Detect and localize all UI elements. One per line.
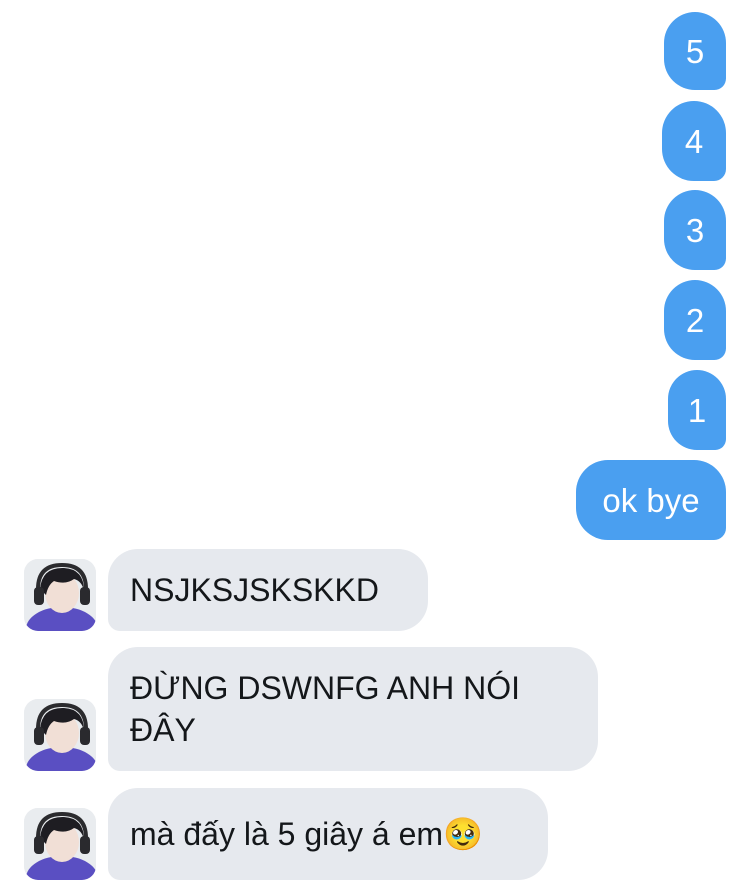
outgoing-message[interactable]: 1 (668, 370, 726, 450)
chat-thread: 5 4 3 2 1 ok bye NSJKSJSKSKKD ĐỪNG DSWNF… (0, 0, 750, 893)
message-text: ok bye (602, 481, 700, 519)
avatar[interactable] (24, 559, 96, 631)
message-text: 5 (685, 32, 705, 70)
message-text: mà đấy là 5 giây á em🥹 (130, 816, 483, 852)
avatar-icon (24, 559, 96, 631)
outgoing-message[interactable]: ok bye (576, 460, 726, 540)
avatar[interactable] (24, 699, 96, 771)
incoming-message[interactable]: ĐỪNG DSWNFG ANH NÓI ĐÂY (108, 647, 598, 771)
outgoing-message[interactable]: 4 (662, 101, 726, 181)
message-text: ĐỪNG DSWNFG ANH NÓI ĐÂY (130, 670, 520, 748)
avatar-icon (24, 808, 96, 880)
message-text: 3 (685, 211, 705, 249)
message-text: 2 (685, 301, 705, 339)
avatar[interactable] (24, 808, 96, 880)
outgoing-message[interactable]: 3 (664, 190, 726, 270)
message-text: NSJKSJSKSKKD (130, 572, 379, 608)
message-text: 1 (687, 391, 707, 429)
outgoing-message[interactable]: 2 (664, 280, 726, 360)
message-text: 4 (684, 122, 704, 160)
outgoing-message[interactable]: 5 (664, 12, 726, 90)
avatar-icon (24, 699, 96, 771)
incoming-message[interactable]: mà đấy là 5 giây á em🥹 (108, 788, 548, 880)
incoming-message[interactable]: NSJKSJSKSKKD (108, 549, 428, 631)
